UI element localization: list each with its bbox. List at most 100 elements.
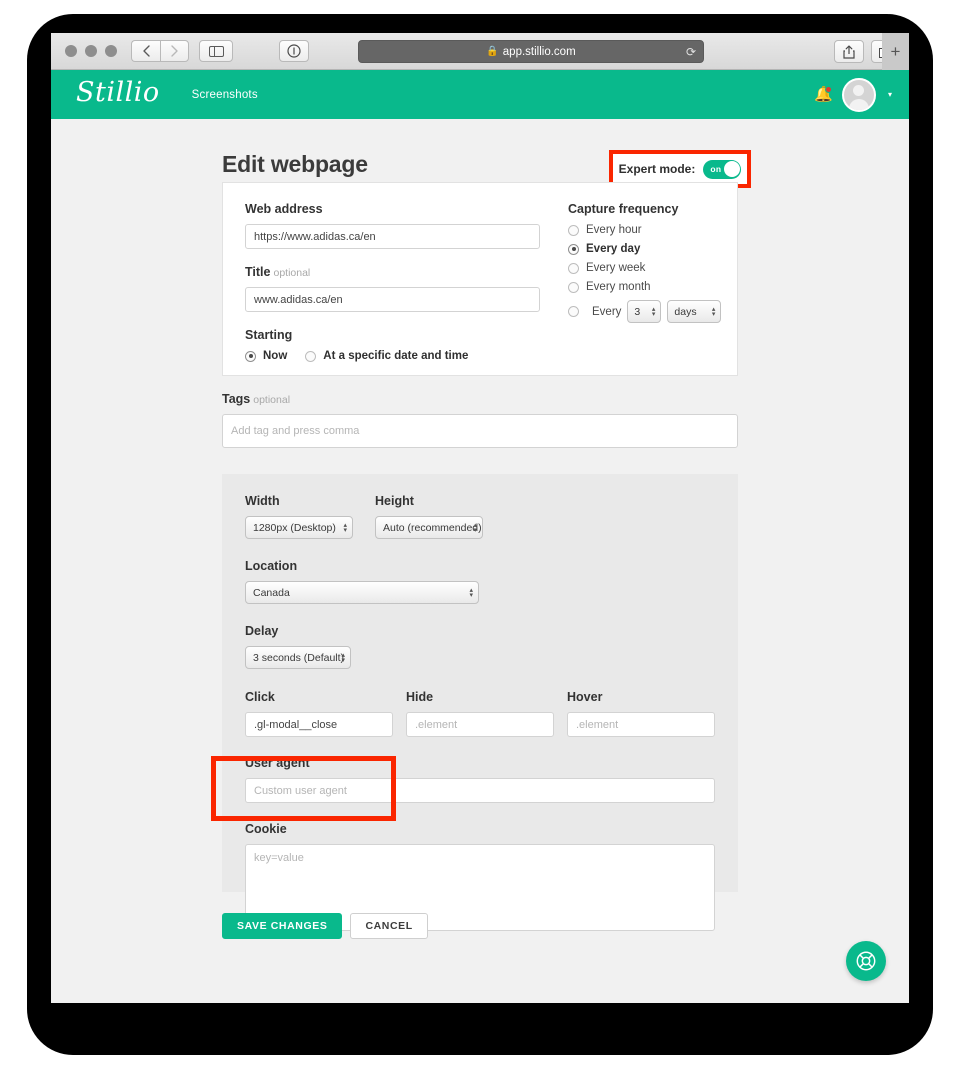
stepper-arrows-icon: ▴ ▾: [473, 521, 477, 534]
cancel-button[interactable]: CANCEL: [350, 913, 428, 939]
reader-view-button[interactable]: [279, 40, 309, 62]
interval-number-select[interactable]: 3 ▴ ▾: [627, 300, 662, 323]
location-label: Location: [245, 559, 298, 573]
stepper-arrows-icon: ▴ ▾: [651, 305, 656, 318]
height-select[interactable]: Auto (recommended) ▴ ▾: [375, 516, 483, 539]
share-icon: [843, 44, 855, 59]
click-field: Click: [245, 690, 393, 737]
width-label: Width: [245, 494, 280, 508]
save-changes-button[interactable]: SAVE CHANGES: [222, 913, 343, 939]
window-traffic-lights[interactable]: [65, 45, 117, 57]
radio-icon: [305, 350, 317, 362]
stepper-arrows-icon: ▴ ▾: [343, 521, 347, 534]
title-label: Title optional: [245, 265, 540, 279]
hide-input[interactable]: [406, 712, 554, 737]
location-value: Canada: [253, 586, 290, 599]
tags-optional-text: optional: [253, 394, 291, 406]
starting-option-label: At a specific date and time: [323, 350, 469, 362]
starting-radio-group: Now At a specific date and time: [245, 350, 540, 369]
toggle-knob: [723, 161, 740, 177]
tags-label: Tags optional: [222, 392, 738, 406]
title-optional-text: optional: [273, 267, 311, 279]
height-value: Auto (recommended): [383, 521, 482, 534]
delay-value: 3 seconds (Default): [253, 651, 345, 664]
starting-label: Starting: [245, 328, 293, 342]
maximize-window-button[interactable]: [105, 45, 117, 57]
delay-select[interactable]: 3 seconds (Default) ▴ ▾: [245, 646, 351, 669]
title-label-text: Title: [245, 265, 271, 279]
browser-window: 🔒 app.stillio.com ⟳ + Stillio Screenshot…: [51, 33, 909, 1003]
starting-option-label: Now: [263, 350, 288, 362]
minimize-window-button[interactable]: [85, 45, 97, 57]
frequency-option-label: Every day: [586, 243, 641, 255]
frequency-option-hourly[interactable]: Every hour: [568, 224, 728, 236]
address-bar-url: app.stillio.com: [502, 45, 576, 58]
nav-item-screenshots[interactable]: Screenshots: [192, 89, 258, 101]
expert-mode-state-label: on: [710, 164, 722, 174]
hide-label: Hide: [406, 690, 434, 704]
frequency-option-custom[interactable]: Every 3 ▴ ▾ days ▴ ▾: [568, 300, 728, 323]
user-avatar[interactable]: [841, 77, 876, 112]
primary-settings-card: Web address Titleoptional Starting Now: [222, 182, 738, 376]
back-button[interactable]: [131, 40, 160, 62]
radio-icon: [568, 281, 579, 293]
tags-input[interactable]: [222, 414, 738, 448]
location-field: Location Canada ▴ ▾: [245, 559, 715, 604]
hover-label: Hover: [567, 690, 603, 704]
delay-label: Delay: [245, 624, 279, 638]
address-bar[interactable]: 🔒 app.stillio.com ⟳: [358, 40, 704, 63]
radio-icon: [568, 224, 579, 236]
navigation-buttons[interactable]: [131, 40, 189, 62]
width-value: 1280px (Desktop): [253, 521, 336, 534]
notification-badge-dot: [824, 85, 832, 93]
page-title: Edit webpage: [222, 151, 368, 177]
starting-option-specific-date[interactable]: At a specific date and time: [305, 350, 468, 362]
title-input[interactable]: [245, 287, 540, 312]
share-button[interactable]: [834, 40, 864, 63]
height-field: Height Auto (recommended) ▴ ▾: [375, 494, 483, 539]
close-window-button[interactable]: [65, 45, 77, 57]
avatar-body-shape: [848, 98, 869, 110]
frequency-option-label: Every month: [586, 281, 651, 293]
hover-input[interactable]: [567, 712, 715, 737]
selector-fields-row: Click Hide Hover: [245, 690, 715, 737]
width-select[interactable]: 1280px (Desktop) ▴ ▾: [245, 516, 353, 539]
forward-button[interactable]: [160, 40, 189, 62]
toolbar-right-group: +: [834, 33, 909, 70]
click-field-highlight: [211, 756, 396, 821]
height-label: Height: [375, 494, 414, 508]
chevron-left-icon: [142, 45, 150, 57]
starting-option-now[interactable]: Now: [245, 350, 287, 362]
tags-label-text: Tags: [222, 392, 251, 406]
notifications-button[interactable]: 🔔: [814, 85, 833, 104]
avatar-head-shape: [853, 84, 865, 96]
web-address-label: Web address: [245, 202, 323, 216]
frequency-option-label: Every week: [586, 262, 646, 274]
page-body: Edit webpage Expert mode: on Web address…: [51, 119, 909, 1003]
frequency-option-daily[interactable]: Every day: [568, 243, 728, 255]
reload-icon[interactable]: ⟳: [686, 45, 696, 59]
lifebuoy-help-icon: [856, 951, 876, 971]
stillio-logo[interactable]: Stillio: [76, 79, 160, 110]
interval-number-value: 3: [634, 305, 641, 318]
new-tab-button[interactable]: +: [882, 33, 909, 70]
expert-mode-toggle[interactable]: on: [703, 159, 742, 179]
stepper-arrows-icon: ▴ ▾: [469, 586, 473, 599]
web-address-input[interactable]: [245, 224, 540, 249]
click-input[interactable]: [245, 712, 393, 737]
cookie-label: Cookie: [245, 822, 287, 836]
location-select[interactable]: Canada ▴ ▾: [245, 581, 479, 604]
sidebar-icon: [208, 45, 224, 57]
reader-view-icon: [287, 44, 301, 58]
frequency-option-weekly[interactable]: Every week: [568, 262, 728, 274]
frequency-option-monthly[interactable]: Every month: [568, 281, 728, 293]
new-tab-label: +: [890, 41, 901, 61]
sidebar-toggle-button[interactable]: [199, 40, 233, 62]
chevron-down-icon[interactable]: ▾: [888, 90, 892, 99]
interval-unit-select[interactable]: days ▴ ▾: [667, 300, 722, 323]
hide-field: Hide: [406, 690, 554, 737]
chevron-right-icon: [171, 45, 178, 57]
click-label: Click: [245, 690, 275, 704]
help-support-button[interactable]: [846, 941, 886, 981]
